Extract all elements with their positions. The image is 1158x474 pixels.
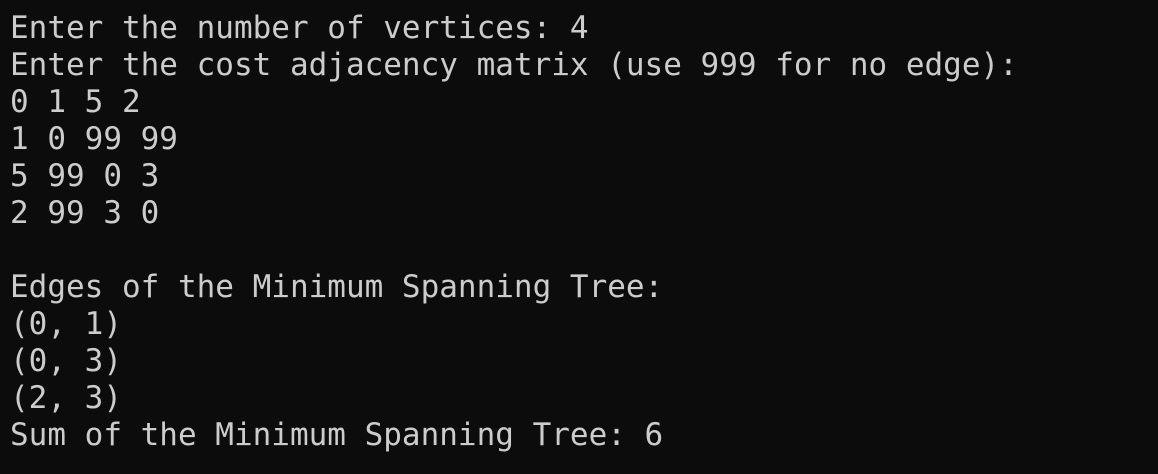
mst-edge-line: (0, 3) [10,343,122,379]
matrix-row-2: 5 99 0 3 [10,158,160,194]
terminal-window[interactable]: Enter the number of vertices: 4 Enter th… [0,0,1158,474]
matrix-row-3: 2 99 3 0 [10,195,160,231]
mst-edges-heading: Edges of the Minimum Spanning Tree: [10,269,664,305]
mst-sum-line: Sum of the Minimum Spanning Tree: 6 [10,417,664,453]
prompt-vertices-line: Enter the number of vertices: 4 [10,10,589,46]
mst-edge-line: (2, 3) [10,380,122,416]
mst-edge-line: (0, 1) [10,306,122,342]
matrix-row-0: 0 1 5 2 [10,84,141,120]
matrix-row-1: 1 0 99 99 [10,121,178,157]
prompt-matrix-line: Enter the cost adjacency matrix (use 999… [10,47,1018,83]
